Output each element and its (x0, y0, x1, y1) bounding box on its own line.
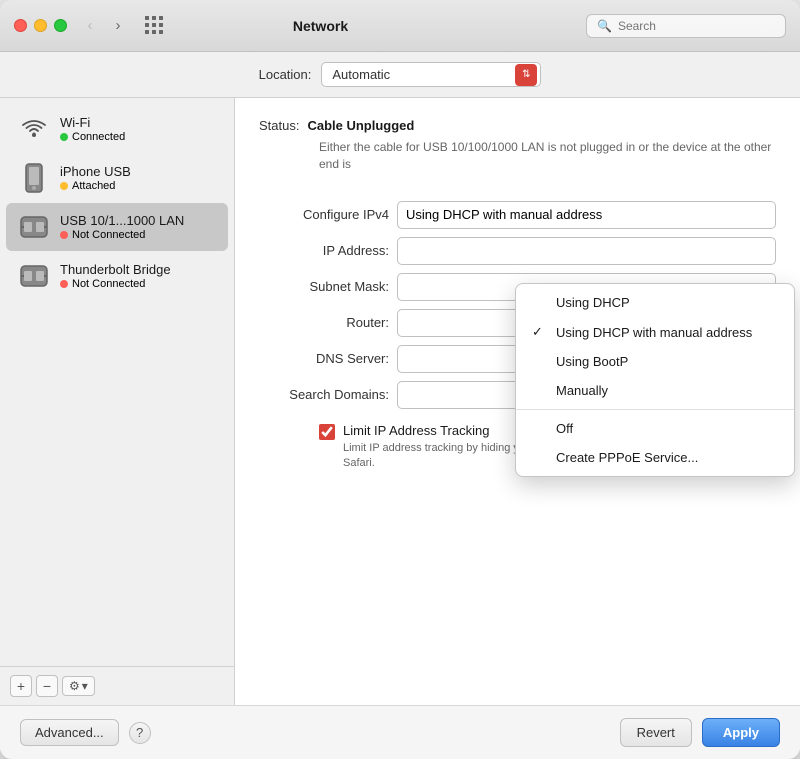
ip-address-input[interactable] (397, 237, 776, 265)
dropdown-divider (516, 409, 794, 410)
help-button[interactable]: ? (129, 722, 151, 744)
manually-label: Manually (556, 383, 608, 398)
remove-network-button[interactable]: − (36, 675, 58, 697)
status-description: Either the cable for USB 10/100/1000 LAN… (319, 139, 776, 173)
thunderbolt-status-dot (60, 280, 68, 288)
gear-icon: ⚙ (69, 679, 80, 693)
dropdown-item-dhcp-manual[interactable]: ✓ Using DHCP with manual address (516, 317, 794, 347)
configure-label: Configure IPv4 (259, 207, 389, 222)
ip-address-label: IP Address: (259, 243, 389, 258)
dns-server-label: DNS Server: (259, 351, 389, 366)
location-label: Location: (259, 67, 312, 82)
thunderbolt-icon (18, 260, 50, 292)
configure-row: Configure IPv4 Using DHCP with manual ad… (259, 201, 776, 229)
sidebar-item-thunderbolt-name: Thunderbolt Bridge (60, 262, 216, 277)
revert-button[interactable]: Revert (620, 718, 692, 747)
dhcp-manual-check: ✓ (532, 324, 546, 340)
pppoe-label: Create PPPoE Service... (556, 450, 698, 465)
router-label: Router: (259, 315, 389, 330)
sidebar-item-usb-lan-status: Not Connected (60, 229, 216, 241)
configure-dropdown-menu: Using DHCP ✓ Using DHCP with manual addr… (515, 283, 795, 477)
search-domains-label: Search Domains: (259, 387, 389, 402)
sidebar-item-usb-lan-text: USB 10/1...1000 LAN Not Connected (60, 213, 216, 241)
minimize-button[interactable] (34, 19, 47, 32)
off-label: Off (556, 421, 573, 436)
advanced-button[interactable]: Advanced... (20, 719, 119, 746)
status-value: Cable Unplugged (307, 118, 414, 133)
sidebar-item-usb-lan[interactable]: USB 10/1...1000 LAN Not Connected (6, 203, 228, 251)
wifi-icon (18, 113, 50, 145)
iphone-status-dot (60, 182, 68, 190)
dropdown-item-manually[interactable]: Manually (516, 376, 794, 405)
search-bar: 🔍 (586, 14, 786, 38)
sidebar-item-thunderbolt-text: Thunderbolt Bridge Not Connected (60, 262, 216, 290)
dropdown-item-pppoe[interactable]: Create PPPoE Service... (516, 443, 794, 472)
sidebar-list: Wi-Fi Connected (0, 98, 234, 666)
configure-select[interactable]: Using DHCP with manual address (397, 201, 776, 229)
dropdown-item-bootp[interactable]: Using BootP (516, 347, 794, 376)
sidebar-item-thunderbolt[interactable]: Thunderbolt Bridge Not Connected (6, 252, 228, 300)
sidebar: Wi-Fi Connected (0, 98, 235, 705)
bootp-label: Using BootP (556, 354, 628, 369)
sidebar-toolbar: + − ⚙ ▾ (0, 666, 234, 705)
detail-panel: Status: Cable Unplugged Either the cable… (235, 98, 800, 705)
location-bar: Location: Automatic Home Work (0, 52, 800, 98)
sidebar-item-thunderbolt-status: Not Connected (60, 278, 216, 290)
thunderbolt-status-text: Not Connected (72, 278, 145, 290)
sidebar-item-iphone-text: iPhone USB Attached (60, 164, 216, 192)
ip-address-row: IP Address: (259, 237, 776, 265)
network-window: ‹ › Network 🔍 Location: Automatic Home W… (0, 0, 800, 759)
wifi-status-text: Connected (72, 131, 125, 143)
sidebar-item-wifi-text: Wi-Fi Connected (60, 115, 216, 143)
sidebar-item-wifi-name: Wi-Fi (60, 115, 216, 130)
main-content: Wi-Fi Connected (0, 98, 800, 705)
sidebar-item-wifi-status: Connected (60, 131, 216, 143)
status-label: Status: (259, 118, 299, 133)
titlebar: ‹ › Network 🔍 (0, 0, 800, 52)
sidebar-item-iphone-name: iPhone USB (60, 164, 216, 179)
chevron-down-icon: ▾ (82, 679, 88, 693)
dropdown-item-off[interactable]: Off (516, 414, 794, 443)
usb-lan-icon (18, 211, 50, 243)
location-select-wrapper: Automatic Home Work (321, 62, 541, 87)
add-network-button[interactable]: + (10, 675, 32, 697)
sidebar-item-iphone-status: Attached (60, 180, 216, 192)
dropdown-item-dhcp[interactable]: Using DHCP (516, 288, 794, 317)
apply-button[interactable]: Apply (702, 718, 780, 747)
bottom-bar: Advanced... ? Revert Apply (0, 705, 800, 759)
location-select[interactable]: Automatic Home Work (321, 62, 541, 87)
status-row: Status: Cable Unplugged (259, 118, 776, 133)
limit-ip-tracking-checkbox[interactable] (319, 424, 335, 440)
iphone-icon (18, 162, 50, 194)
close-button[interactable] (14, 19, 27, 32)
usb-lan-status-dot (60, 231, 68, 239)
search-icon: 🔍 (597, 19, 612, 33)
network-settings-button[interactable]: ⚙ ▾ (62, 676, 95, 696)
sidebar-item-wifi[interactable]: Wi-Fi Connected (6, 105, 228, 153)
detail-header: Status: Cable Unplugged Either the cable… (259, 118, 776, 187)
dhcp-label: Using DHCP (556, 295, 630, 310)
window-title: Network (55, 18, 586, 34)
search-input[interactable] (618, 19, 775, 33)
dhcp-manual-label: Using DHCP with manual address (556, 325, 752, 340)
wifi-status-dot (60, 133, 68, 141)
iphone-status-text: Attached (72, 180, 115, 192)
subnet-mask-label: Subnet Mask: (259, 279, 389, 294)
sidebar-item-iphone[interactable]: iPhone USB Attached (6, 154, 228, 202)
usb-lan-status-text: Not Connected (72, 229, 145, 241)
sidebar-item-usb-lan-name: USB 10/1...1000 LAN (60, 213, 216, 228)
